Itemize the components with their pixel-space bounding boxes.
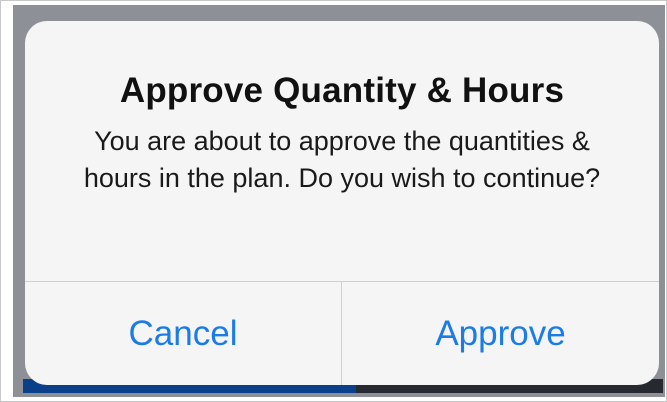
alert-content: Approve Quantity & Hours You are about t…: [25, 21, 659, 281]
approve-button[interactable]: Approve: [342, 282, 659, 385]
alert-message: You are about to approve the quantities …: [83, 126, 601, 193]
alert-actions: Cancel Approve: [25, 282, 659, 385]
alert-title: Approve Quantity & Hours: [119, 71, 565, 110]
cancel-button[interactable]: Cancel: [25, 282, 341, 385]
screenshot-frame: Approve Quantity & Hours You are about t…: [0, 0, 667, 402]
alert-dialog: Approve Quantity & Hours You are about t…: [25, 21, 659, 385]
